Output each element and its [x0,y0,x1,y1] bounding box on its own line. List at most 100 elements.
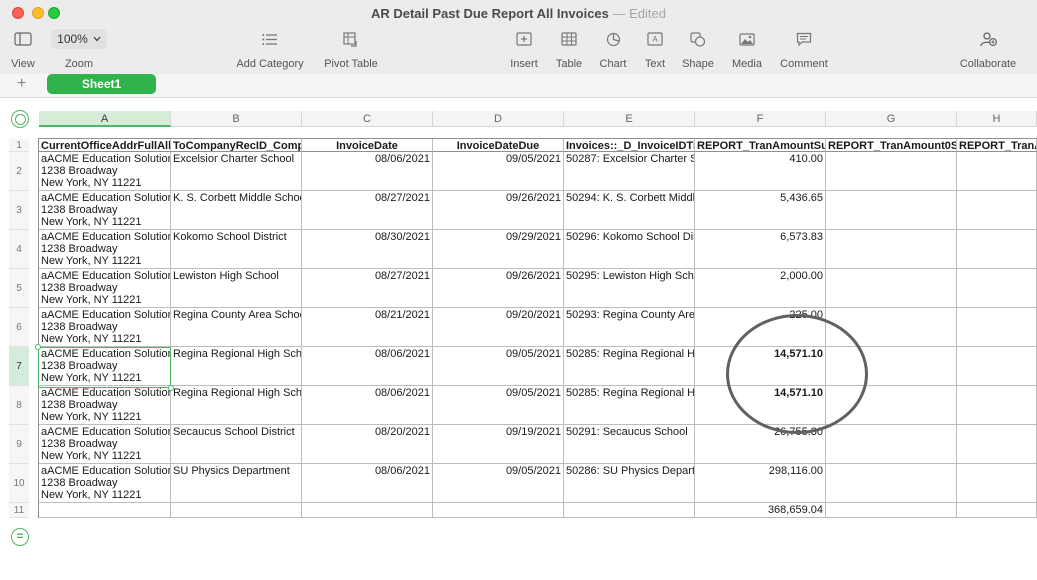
invoice-due-cell[interactable]: 09/20/2021 [433,308,564,347]
row-header-10[interactable]: 10 [9,464,29,503]
select-table-handle[interactable] [11,110,29,128]
total-amount-cell[interactable]: 368,659.04 [695,503,826,518]
amount0-cell[interactable] [826,464,957,503]
amount-extra-cell[interactable] [957,191,1037,230]
footer-cell[interactable] [564,503,695,518]
invoice-date-cell[interactable]: 08/06/2021 [302,464,433,503]
invoice-date-cell[interactable]: 08/06/2021 [302,386,433,425]
footer-cell[interactable] [302,503,433,518]
insert-button[interactable]: Insert [504,28,544,70]
chart-button[interactable]: Chart [594,28,632,70]
invoice-date-cell[interactable]: 08/27/2021 [302,191,433,230]
header-cell[interactable]: REPORT_TranAmount [957,139,1037,152]
amount-cell[interactable]: 14,571.10 [695,347,826,386]
address-cell[interactable]: aACME Education Solutions 1238 Broadway Ne… [39,230,171,269]
header-cell[interactable]: ToCompanyRecID_CompanyName [171,139,302,152]
invoice-due-cell[interactable]: 09/05/2021 [433,347,564,386]
zoom-control[interactable]: 100% Zoom [50,28,108,70]
invoice-title-cell[interactable]: 50294: K. S. Corbett Middle School [564,191,695,230]
amount0-cell[interactable] [826,347,957,386]
row-header-1[interactable]: 1 [9,139,29,152]
amount-extra-cell[interactable] [957,464,1037,503]
invoice-date-cell[interactable]: 08/06/2021 [302,347,433,386]
company-cell[interactable]: Regina County Area School [171,308,302,347]
footer-cell[interactable] [171,503,302,518]
amount-cell[interactable]: 6,573.83 [695,230,826,269]
amount-extra-cell[interactable] [957,230,1037,269]
company-cell[interactable]: Lewiston High School [171,269,302,308]
amount-cell[interactable]: 410.00 [695,152,826,191]
header-cell[interactable]: InvoiceDateDue [433,139,564,152]
address-cell[interactable]: aACME Education Solutions 1238 Broadway Ne… [39,464,171,503]
footer-cell[interactable] [826,503,957,518]
add-rows-handle[interactable]: = [11,528,29,546]
amount0-cell[interactable] [826,386,957,425]
invoice-due-cell[interactable]: 09/05/2021 [433,152,564,191]
header-cell[interactable]: InvoiceDate [302,139,433,152]
amount0-cell[interactable] [826,152,957,191]
amount0-cell[interactable] [826,269,957,308]
text-button[interactable]: A Text [638,28,672,70]
header-cell[interactable]: REPORT_TranAmount0Sum [826,139,957,152]
collaborate-button[interactable]: Collaborate [954,28,1022,70]
invoice-title-cell[interactable]: 50295: Lewiston High School [564,269,695,308]
add-sheet-button[interactable]: + [17,74,26,94]
column-header-h[interactable]: H [957,111,1037,127]
amount-extra-cell[interactable] [957,347,1037,386]
address-cell[interactable]: aACME Education Solutions 1238 Broadway Ne… [39,152,171,191]
amount0-cell[interactable] [826,230,957,269]
company-cell[interactable]: Excelsior Charter School [171,152,302,191]
address-cell[interactable]: aACME Education Solutions 1238 Broadway Ne… [39,308,171,347]
column-header-a[interactable]: A [39,111,171,127]
company-cell[interactable]: Regina Regional High School [171,347,302,386]
column-header-b[interactable]: B [171,111,302,127]
amount0-cell[interactable] [826,308,957,347]
footer-cell[interactable] [433,503,564,518]
company-cell[interactable]: SU Physics Department [171,464,302,503]
row-header-7[interactable]: 7 [9,347,29,386]
invoice-due-cell[interactable]: 09/26/2021 [433,191,564,230]
zoom-dropdown[interactable]: 100% [51,29,107,49]
pivot-table-button[interactable]: Pivot Table [318,28,384,70]
footer-cell[interactable] [39,503,171,518]
column-header-c[interactable]: C [302,111,433,127]
amount-cell[interactable]: 26,755.30 [695,425,826,464]
address-cell[interactable]: aACME Education Solutions 1238 Broadway Ne… [39,347,171,386]
company-cell[interactable]: Secaucus School District [171,425,302,464]
company-cell[interactable]: Kokomo School District [171,230,302,269]
invoice-title-cell[interactable]: 50293: Regina County Area School [564,308,695,347]
media-button[interactable]: Media [726,28,768,70]
amount-extra-cell[interactable] [957,386,1037,425]
column-header-d[interactable]: D [433,111,564,127]
shape-button[interactable]: Shape [678,28,718,70]
address-cell[interactable]: aACME Education Solutions 1238 Broadway Ne… [39,425,171,464]
invoice-date-cell[interactable]: 08/06/2021 [302,152,433,191]
comment-button[interactable]: Comment [776,28,832,70]
invoice-due-cell[interactable]: 09/29/2021 [433,230,564,269]
header-cell[interactable]: Invoices::_D_InvoiceIDTitle [564,139,695,152]
header-cell[interactable]: CurrentOfficeAddrFullAll [39,139,171,152]
amount-extra-cell[interactable] [957,425,1037,464]
address-cell[interactable]: aACME Education Solutions 1238 Broadway Ne… [39,191,171,230]
invoice-title-cell[interactable]: 50286: SU Physics Department [564,464,695,503]
table-button[interactable]: Table [550,28,588,70]
row-header-6[interactable]: 6 [9,308,29,347]
row-header-3[interactable]: 3 [9,191,29,230]
tab-sheet1[interactable]: Sheet1 [47,74,156,94]
company-cell[interactable]: K. S. Corbett Middle School [171,191,302,230]
company-cell[interactable]: Regina Regional High School [171,386,302,425]
invoice-title-cell[interactable]: 50296: Kokomo School District [564,230,695,269]
header-cell[interactable]: REPORT_TranAmountSum [695,139,826,152]
view-button[interactable]: View [6,28,40,70]
amount-cell[interactable]: 5,436.65 [695,191,826,230]
address-cell[interactable]: aACME Education Solutions 1238 Broadway Ne… [39,269,171,308]
address-cell[interactable]: aACME Education Solutions 1238 Broadway Ne… [39,386,171,425]
column-header-e[interactable]: E [564,111,695,127]
row-header-11[interactable]: 11 [9,503,29,518]
invoice-date-cell[interactable]: 08/20/2021 [302,425,433,464]
row-header-2[interactable]: 2 [9,152,29,191]
add-category-button[interactable]: Add Category [230,28,310,70]
amount-extra-cell[interactable] [957,308,1037,347]
row-header-5[interactable]: 5 [9,269,29,308]
invoice-due-cell[interactable]: 09/19/2021 [433,425,564,464]
